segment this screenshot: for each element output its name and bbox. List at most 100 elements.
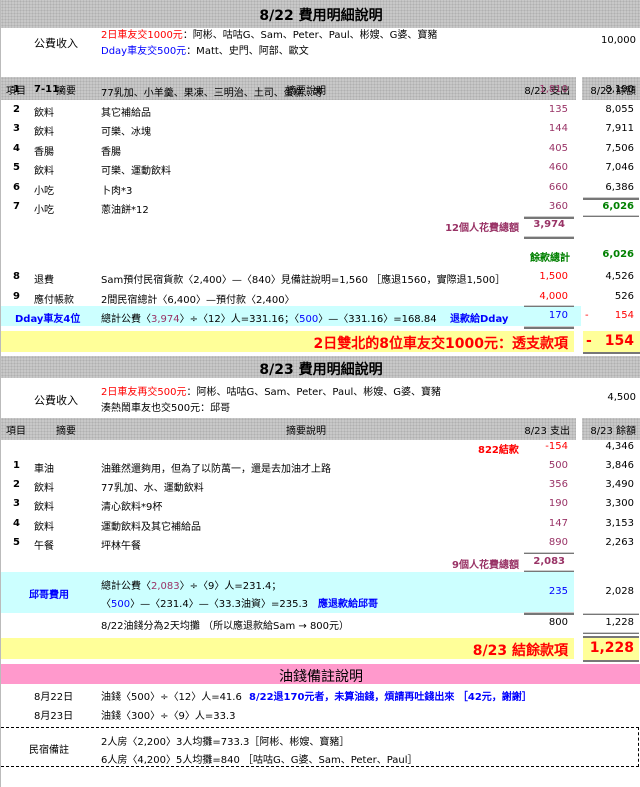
- note-highlight: 8/22退170元者，未算油錢，煩請再吐錢出來 ［42元，謝謝］: [249, 692, 532, 703]
- formula-value: 3,974: [151, 314, 180, 325]
- item-no: 5: [13, 537, 20, 548]
- formula-text: 〉÷〈9〉人=231.4；: [179, 581, 282, 592]
- day1-title: 8/22 費用明細說明: [259, 8, 383, 24]
- qiu-balance: 2,028: [605, 586, 634, 597]
- item-no: 6: [13, 182, 20, 193]
- carry-label: 822結款: [478, 445, 519, 456]
- item-summary: 退費: [34, 275, 54, 286]
- qiu-formula-line1: 總計公費〈2,083〉÷〈9〉人=231.4；: [101, 577, 281, 592]
- day2-total-label: 9個人花費總額: [452, 560, 519, 571]
- day1-total-label: 12個人花費總額: [445, 223, 519, 234]
- item-desc: Sam預付民宿貨款〈2,400〉—〈840〉見備註說明=1,560 ［應退156…: [101, 275, 506, 286]
- item-summary: 飲料: [34, 166, 54, 177]
- day1-income-label: 公費收入: [34, 37, 78, 50]
- income-names: ：阿彬、咕咕G、Sam、Peter、Paul、彬嫂、G婆、寶豬: [186, 387, 442, 398]
- item-summary: 小吃: [34, 186, 54, 197]
- formula-value: 500: [111, 599, 131, 610]
- underline: [583, 197, 639, 200]
- underline: [583, 215, 639, 217]
- day1-remain-value: 6,026: [602, 249, 634, 260]
- item-expense: 890: [548, 537, 568, 548]
- underline: [524, 236, 574, 239]
- item-desc: 其它補給品: [101, 108, 151, 119]
- formula-text: 〉—〈331.16〉=168.84: [318, 314, 437, 325]
- formula-text: 〉—〈231.4〉—〈33.3油資〉=235.3: [130, 599, 308, 610]
- carry-expense: -154: [545, 441, 568, 452]
- item-balance: 3,490: [605, 479, 634, 490]
- day2-income-line2: 湊熱鬧車友也交500元：邱哥: [101, 403, 231, 414]
- item-desc: 可樂、冰塊: [101, 127, 151, 138]
- item-summary: 小吃: [34, 205, 54, 216]
- lodging-line: 2人房〈2,200〉3人均攤=733.3［阿彬、彬嫂、寶豬］: [101, 737, 350, 748]
- note-date: 8月22日: [34, 692, 74, 703]
- header-summary: 摘要: [56, 426, 76, 437]
- item-expense: 356: [548, 479, 568, 490]
- day1-remain-label: 餘款總計: [530, 253, 570, 264]
- qiu-expense: 235: [548, 586, 568, 597]
- item-balance: 4,526: [605, 271, 634, 282]
- underline: [583, 632, 639, 634]
- item-summary: 飲料: [34, 127, 54, 138]
- item-balance: 7,506: [605, 143, 634, 154]
- item-balance: 3,300: [605, 498, 634, 509]
- item-no: 1: [13, 460, 20, 471]
- item-expense: 1,810: [539, 84, 568, 95]
- dday-refund-note: 退款給Dday: [450, 314, 509, 325]
- dday-balance: 154: [614, 310, 634, 321]
- qiu-label: 邱哥費用: [29, 590, 69, 601]
- item-expense: 500: [548, 460, 568, 471]
- item-summary: 香腸: [34, 147, 54, 158]
- note-text: 油錢〈300〉÷〈9〉人=33.3: [101, 711, 236, 722]
- item-desc: 油雖然還夠用，但為了以防萬一，還是去加油才上路: [101, 464, 331, 475]
- day2-total-value: 2,083: [533, 556, 565, 567]
- item-no: 4: [13, 143, 20, 154]
- dday-expense: 170: [548, 310, 568, 321]
- item-balance: 7,046: [605, 162, 634, 173]
- item-balance: 6,026: [602, 201, 634, 212]
- item-expense: 190: [548, 498, 568, 509]
- item-expense: 144: [548, 123, 568, 134]
- day2-income-label: 公費收入: [34, 394, 78, 407]
- dday-formula: 總計公費〈3,974〉÷〈12〉人=331.16；〈500〉—〈331.16〉=…: [101, 310, 437, 325]
- item-no: 3: [13, 498, 20, 509]
- item-expense: 405: [548, 143, 568, 154]
- item-summary: 飲料: [34, 522, 54, 533]
- day1-income-line2: Dday車友交500元：Matt、史門、阿部、歐文: [101, 42, 309, 57]
- day1-total-value: 3,974: [533, 219, 565, 230]
- oil-row-expense: 800: [548, 617, 568, 628]
- qiu-refund-note: 應退款給邱哥: [318, 599, 378, 610]
- item-expense: 460: [548, 162, 568, 173]
- expense-report: 8/22 費用明細說明 公費收入 2日車友交1000元：阿彬、咕咕G、Sam、P…: [0, 0, 640, 787]
- item-no: 2: [13, 104, 20, 115]
- income-names: ：Matt、史門、阿部、歐文: [186, 46, 309, 57]
- item-desc: 卜肉*3: [101, 186, 133, 197]
- item-balance: 7,911: [605, 123, 634, 134]
- item-balance: 6,386: [605, 182, 634, 193]
- item-desc: 運動飲料及其它補給品: [101, 522, 201, 533]
- oil-row-desc: 8/22油錢分為2天均攤 （所以應退款給Sam → 800元）: [101, 621, 350, 632]
- item-desc: 77乳加、水、運動飲料: [101, 483, 204, 494]
- header-no: 項目: [6, 426, 26, 437]
- day1-summary-value: 154: [604, 333, 634, 349]
- item-summary: 飲料: [34, 483, 54, 494]
- dday-sign: -: [585, 310, 589, 321]
- day1-income-line1: 2日車友交1000元：阿彬、咕咕G、Sam、Peter、Paul、彬嫂、G婆、寶…: [101, 26, 437, 41]
- note-date: 8月23日: [34, 711, 74, 722]
- day2-income-amount: 4,500: [607, 392, 636, 403]
- item-summary: 車油: [34, 464, 54, 475]
- formula-text: 總計公費〈: [101, 581, 151, 592]
- formula-text: 〉÷〈12〉人=331.16；〈: [179, 314, 300, 325]
- oil-row-balance: 1,228: [605, 617, 634, 628]
- notes-title: 油錢備註說明: [279, 669, 363, 685]
- income-highlight: 2日車友再交500元: [101, 387, 187, 398]
- underline: [583, 613, 639, 615]
- day2-income-line1: 2日車友再交500元：阿彬、咕咕G、Sam、Peter、Paul、彬嫂、G婆、寶…: [101, 383, 441, 398]
- item-balance: 3,846: [605, 460, 634, 471]
- income-names: ：阿彬、咕咕G、Sam、Peter、Paul、彬嫂、G婆、寶豬: [182, 30, 438, 41]
- day1-summary-sign: -: [586, 333, 592, 349]
- day1-income-amount: 10,000: [601, 35, 636, 46]
- item-no: 9: [13, 291, 20, 302]
- item-balance: 3,153: [605, 518, 634, 529]
- header-balance: 8/23 餘額: [590, 426, 636, 437]
- item-desc: 77乳加、小羊羹、果凍、三明治、土司、蛋糕...等: [101, 88, 324, 99]
